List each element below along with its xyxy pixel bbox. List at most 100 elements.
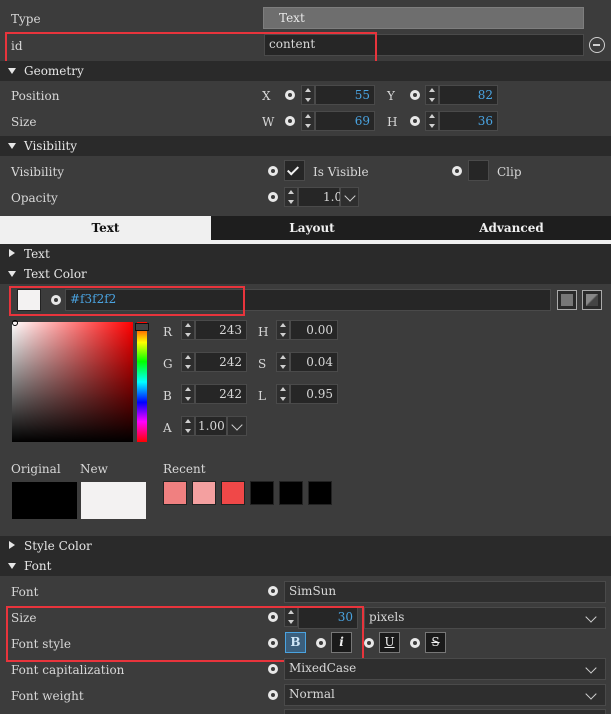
new-color-swatch[interactable] <box>81 482 146 519</box>
saturation-value-picker[interactable] <box>12 322 133 442</box>
capitalization-dropdown[interactable]: MixedCase <box>284 658 606 680</box>
y-value: 82 <box>477 88 493 102</box>
highlight-font-size-style <box>6 606 364 662</box>
recent-color-swatch[interactable] <box>163 481 187 505</box>
hue-slider-handle[interactable] <box>135 323 149 331</box>
picker-handle[interactable] <box>12 320 18 326</box>
chevron-down-icon <box>585 688 597 700</box>
gear-icon[interactable] <box>268 192 278 202</box>
style-color-section-header[interactable]: Style Color <box>0 536 611 556</box>
lightness-spinner[interactable] <box>276 384 290 404</box>
style-color-header-label: Style Color <box>24 539 92 553</box>
checkmark-icon <box>286 163 300 176</box>
text-header-label: Text <box>24 247 50 261</box>
gear-icon[interactable] <box>268 690 278 700</box>
gear-icon[interactable] <box>410 90 420 100</box>
recent-color-swatch[interactable] <box>250 481 274 505</box>
b-spinner[interactable] <box>181 384 195 404</box>
reset-id-icon[interactable] <box>589 37 605 53</box>
alpha-spinner[interactable] <box>181 416 195 436</box>
font-dropdown[interactable]: SimSun <box>284 581 606 603</box>
capitalization-value: MixedCase <box>289 661 357 675</box>
underline-button[interactable]: U <box>379 632 400 653</box>
alpha-dropdown[interactable] <box>227 416 247 436</box>
text-section-header[interactable]: Text <box>0 244 611 264</box>
opacity-spinner[interactable] <box>284 187 298 207</box>
tab-advanced[interactable]: Advanced <box>412 216 611 240</box>
r-input[interactable]: 243 <box>195 320 247 340</box>
is-visible-label: Is Visible <box>313 165 369 179</box>
g-label: G <box>163 357 173 371</box>
h-input[interactable]: 36 <box>439 111 498 131</box>
font-section-header[interactable]: Font <box>0 556 611 576</box>
y-spinner[interactable] <box>425 85 439 105</box>
visibility-section-header[interactable]: Visibility <box>0 136 611 156</box>
gear-icon[interactable] <box>268 664 278 674</box>
opacity-input[interactable]: 1.00 <box>298 187 350 207</box>
gear-icon[interactable] <box>285 90 295 100</box>
gear-icon[interactable] <box>285 116 295 126</box>
clip-checkbox[interactable] <box>468 160 489 181</box>
saturation-input[interactable]: 0.04 <box>290 352 338 372</box>
original-color-swatch[interactable] <box>12 482 77 519</box>
font-weight-dropdown[interactable]: Normal <box>284 684 606 706</box>
recent-color-swatch[interactable] <box>192 481 216 505</box>
hue-input[interactable]: 0.00 <box>290 320 338 340</box>
g-spinner[interactable] <box>181 352 195 372</box>
tab-text[interactable]: Text <box>0 216 211 240</box>
b-label: B <box>163 389 172 403</box>
x-input[interactable]: 55 <box>315 85 375 105</box>
y-input[interactable]: 82 <box>439 85 498 105</box>
gear-icon[interactable] <box>364 638 374 648</box>
h-label: H <box>258 325 269 339</box>
is-visible-checkbox[interactable] <box>284 160 305 181</box>
h-spinner[interactable] <box>425 111 439 131</box>
hue-value: 0.00 <box>306 323 333 337</box>
tab-layout[interactable]: Layout <box>212 216 412 240</box>
gear-icon[interactable] <box>452 166 462 176</box>
opacity-dropdown[interactable] <box>340 187 359 207</box>
hue-spinner[interactable] <box>276 320 290 340</box>
w-input[interactable]: 69 <box>315 111 375 131</box>
saturation-spinner[interactable] <box>276 352 290 372</box>
font-value: SimSun <box>289 584 337 598</box>
geometry-section-header[interactable]: Geometry <box>0 61 611 81</box>
b-input[interactable]: 242 <box>195 384 247 404</box>
l-label: L <box>258 389 266 403</box>
w-spinner[interactable] <box>301 111 315 131</box>
hue-slider[interactable] <box>137 322 147 442</box>
gear-icon[interactable] <box>268 586 278 596</box>
visibility-header-label: Visibility <box>24 139 78 153</box>
recent-color-swatch[interactable] <box>279 481 303 505</box>
chevron-down-icon <box>344 190 356 202</box>
recent-color-swatch[interactable] <box>221 481 245 505</box>
collapse-arrow-icon <box>8 143 16 149</box>
lightness-input[interactable]: 0.95 <box>290 384 338 404</box>
size-unit-dropdown[interactable]: pixels <box>364 607 606 629</box>
recent-color-swatch[interactable] <box>308 481 332 505</box>
gear-icon[interactable] <box>410 638 420 648</box>
gear-icon[interactable] <box>268 166 278 176</box>
visibility-label: Visibility <box>11 165 65 179</box>
b-value: 242 <box>219 387 242 401</box>
chevron-down-icon <box>585 611 597 623</box>
gradient-color-button[interactable] <box>582 290 602 310</box>
type-value: Text <box>279 11 305 25</box>
r-label: R <box>163 325 173 339</box>
solid-color-button[interactable] <box>557 290 577 310</box>
x-spinner[interactable] <box>301 85 315 105</box>
expand-arrow-icon <box>9 541 15 549</box>
strikethrough-button[interactable]: S <box>425 632 446 653</box>
type-value-box: Text <box>263 7 584 29</box>
text-color-section-header[interactable]: Text Color <box>0 264 611 284</box>
alpha-input[interactable]: 1.00 <box>195 416 227 436</box>
r-spinner[interactable] <box>181 320 195 340</box>
collapse-arrow-icon <box>8 68 16 74</box>
size-unit-value: pixels <box>369 610 405 624</box>
type-label: Type <box>11 12 41 26</box>
gear-icon[interactable] <box>410 116 420 126</box>
g-input[interactable]: 242 <box>195 352 247 372</box>
expand-arrow-icon <box>9 249 15 257</box>
opacity-label: Opacity <box>11 191 58 205</box>
chevron-down-icon <box>585 662 597 674</box>
